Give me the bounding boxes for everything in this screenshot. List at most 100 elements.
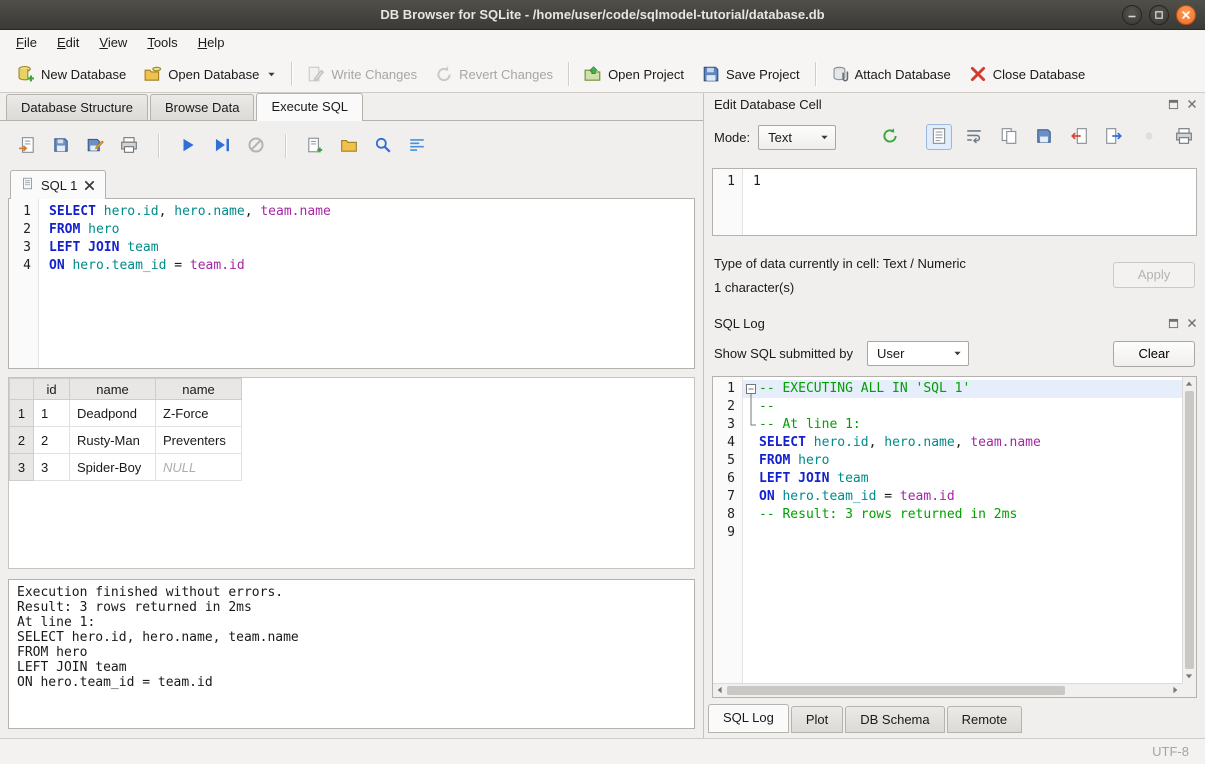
bottom-tab-plot[interactable]: Plot [791, 706, 843, 733]
vertical-scrollbar-thumb[interactable] [1185, 391, 1194, 669]
close-database-button[interactable]: Close Database [960, 60, 1095, 88]
results-grid[interactable]: idnamename11DeadpondZ-Force22Rusty-ManPr… [8, 377, 695, 569]
log-line-number: 8 [713, 506, 735, 524]
sql-editor[interactable]: 1234 SELECT hero.id, hero.name, team.nam… [8, 199, 695, 369]
print-sql-button[interactable] [118, 135, 140, 157]
row-number-cell[interactable]: 2 [10, 427, 34, 454]
column-header-name-2[interactable]: name [156, 379, 242, 400]
fold-collapse-icon[interactable] [743, 380, 759, 398]
bottom-tab-db-schema[interactable]: DB Schema [845, 706, 944, 733]
sql-tab-sql-1[interactable]: SQL 1 [10, 170, 106, 199]
sql-tab-bar: SQL 1 [8, 169, 695, 199]
tab-execute-sql[interactable]: Execute SQL [256, 93, 363, 121]
table-cell-null[interactable]: NULL [156, 454, 242, 481]
tab-browse-data[interactable]: Browse Data [150, 94, 254, 120]
table-cell[interactable]: 1 [34, 400, 70, 427]
horizontal-scrollbar-thumb[interactable] [727, 686, 1065, 695]
log-line-text: -- [759, 398, 775, 416]
save-sql-as-button[interactable] [84, 135, 106, 157]
close-tab-icon[interactable] [84, 180, 95, 191]
open-database-button[interactable]: Open Database [135, 60, 285, 88]
fold-guide [743, 452, 759, 470]
save-document-button[interactable] [1031, 124, 1057, 150]
find-replace-button[interactable] [372, 135, 394, 157]
token: team [127, 240, 158, 255]
export-left-button[interactable] [1066, 124, 1092, 150]
scroll-up-icon[interactable] [1182, 377, 1196, 391]
close-panel-icon[interactable] [1185, 316, 1199, 330]
copy-document-button[interactable] [996, 124, 1022, 150]
print-cell-button[interactable] [1171, 124, 1197, 150]
attach-database-button[interactable]: Attach Database [822, 60, 960, 88]
new-database-button[interactable]: New Database [8, 60, 135, 88]
toolbar-button-label: New Database [41, 67, 126, 82]
word-wrap-button[interactable] [961, 124, 987, 150]
table-cell[interactable]: 3 [34, 454, 70, 481]
import-button[interactable] [877, 124, 903, 150]
format-sql-button[interactable] [406, 135, 428, 157]
open-file-icon [340, 136, 358, 157]
save-sql-file-icon [52, 136, 70, 157]
log-line: SELECT hero.id, hero.name, team.name [743, 434, 1182, 452]
mode-combobox[interactable]: Text [758, 125, 836, 150]
menu-help[interactable]: Help [188, 30, 235, 56]
menu-file[interactable]: File [6, 30, 47, 56]
editor-code[interactable]: SELECT hero.id, hero.name, team.nameFROM… [39, 199, 694, 368]
table-cell[interactable]: 2 [34, 427, 70, 454]
log-line-text: FROM hero [759, 452, 829, 470]
open-tab-button[interactable] [304, 135, 326, 157]
table-cell[interactable]: Z-Force [156, 400, 242, 427]
import-icon [881, 127, 899, 148]
save-project-button[interactable]: Save Project [693, 60, 809, 88]
table-cell[interactable]: Rusty-Man [70, 427, 156, 454]
open-sql-file-button[interactable] [16, 135, 38, 157]
close-button[interactable] [1176, 5, 1196, 25]
menu-edit[interactable]: Edit [47, 30, 89, 56]
float-panel-icon[interactable] [1166, 316, 1180, 330]
dropdown-arrow-icon[interactable] [267, 70, 276, 79]
menu-tools[interactable]: Tools [137, 30, 187, 56]
token: hero.id [814, 435, 869, 450]
row-number-cell[interactable]: 1 [10, 400, 34, 427]
clear-button[interactable]: Clear [1113, 341, 1195, 367]
export-right-button[interactable] [1101, 124, 1127, 150]
close-panel-icon[interactable] [1185, 97, 1199, 111]
log-line: FROM hero [743, 452, 1182, 470]
horizontal-scrollbar[interactable] [713, 683, 1182, 697]
bottom-tab-remote[interactable]: Remote [947, 706, 1023, 733]
table-cell[interactable]: Deadpond [70, 400, 156, 427]
sql-log-view[interactable]: 123456789 -- EXECUTING ALL IN 'SQL 1'---… [712, 376, 1197, 698]
row-number-cell[interactable]: 3 [10, 454, 34, 481]
scroll-right-icon[interactable] [1168, 683, 1182, 697]
toolbar-button-label: Attach Database [855, 67, 951, 82]
bottom-tab-sql-log[interactable]: SQL Log [708, 704, 789, 733]
stop-icon [247, 136, 265, 157]
scroll-down-icon[interactable] [1182, 669, 1196, 683]
cell-editor[interactable]: 1 1 [712, 168, 1197, 236]
apply-button[interactable]: Apply [1113, 262, 1195, 288]
submitter-combobox[interactable]: User [867, 341, 969, 366]
menu-view[interactable]: View [89, 30, 137, 56]
scroll-left-icon[interactable] [713, 683, 727, 697]
stop-button [245, 135, 267, 157]
scrollbar-corner [1182, 683, 1196, 697]
token: hero [88, 222, 119, 237]
open-file-button[interactable] [338, 135, 360, 157]
minimize-button[interactable] [1122, 5, 1142, 25]
execute-all-button[interactable] [177, 135, 199, 157]
vertical-scrollbar[interactable] [1182, 377, 1196, 683]
maximize-button[interactable] [1149, 5, 1169, 25]
table-cell[interactable]: Spider-Boy [70, 454, 156, 481]
table-cell[interactable]: Preventers [156, 427, 242, 454]
cell-editor-content[interactable]: 1 [743, 169, 1196, 235]
sql-tab-label: SQL 1 [41, 178, 77, 193]
execute-line-button[interactable] [211, 135, 233, 157]
text-document-button[interactable] [926, 124, 952, 150]
column-header-id-0[interactable]: id [34, 379, 70, 400]
tab-database-structure[interactable]: Database Structure [6, 94, 148, 120]
fold-guide [743, 398, 759, 416]
float-panel-icon[interactable] [1166, 97, 1180, 111]
open-project-button[interactable]: Open Project [575, 60, 693, 88]
column-header-name-1[interactable]: name [70, 379, 156, 400]
save-sql-file-button[interactable] [50, 135, 72, 157]
